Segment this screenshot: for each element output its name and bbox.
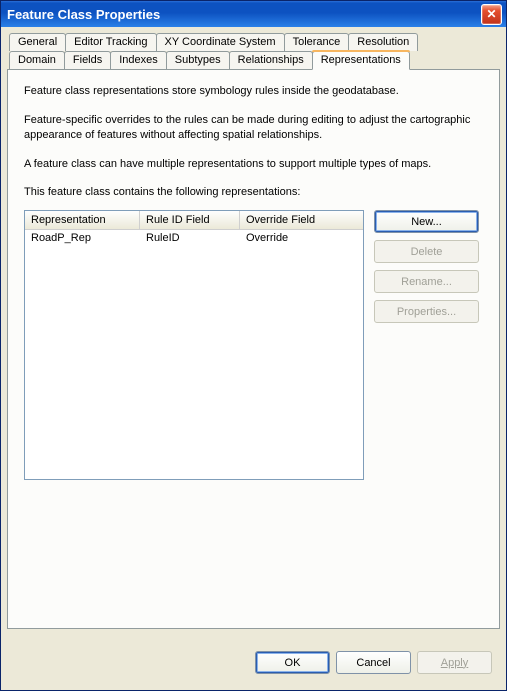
tab-subtypes[interactable]: Subtypes <box>166 51 230 70</box>
cancel-button[interactable]: Cancel <box>336 651 411 674</box>
cell-override: Override <box>240 230 340 246</box>
tab-label: Tolerance <box>293 36 341 48</box>
list-area: Representation Rule ID Field Override Fi… <box>24 210 483 480</box>
titlebar: Feature Class Properties ✕ <box>1 1 506 27</box>
tab-label: Relationships <box>238 54 304 66</box>
tab-row-2: Domain Fields Indexes Subtypes Relations… <box>9 51 500 70</box>
button-label: Cancel <box>356 657 390 669</box>
close-button[interactable]: ✕ <box>481 4 502 25</box>
dialog-window: Feature Class Properties ✕ General Edito… <box>0 0 507 691</box>
button-label: Apply <box>441 657 469 669</box>
cell-representation: RoadP_Rep <box>25 230 140 246</box>
list-caption: This feature class contains the followin… <box>24 185 483 200</box>
tab-label: Editor Tracking <box>74 36 147 48</box>
delete-button: Delete <box>374 240 479 263</box>
ok-button[interactable]: OK <box>255 651 330 674</box>
close-icon: ✕ <box>486 7 496 21</box>
button-label: Delete <box>411 246 443 258</box>
tab-label: Fields <box>73 54 102 66</box>
button-label: Rename... <box>401 276 452 288</box>
description-text: Feature class representations store symb… <box>24 84 483 99</box>
tab-label: Indexes <box>119 54 158 66</box>
dialog-footer: OK Cancel Apply <box>7 643 500 684</box>
column-label: Rule ID Field <box>146 214 210 226</box>
window-title: Feature Class Properties <box>7 7 160 22</box>
cell-rule-id: RuleID <box>140 230 240 246</box>
rename-button: Rename... <box>374 270 479 293</box>
tab-label: XY Coordinate System <box>165 36 276 48</box>
column-header-override[interactable]: Override Field <box>240 211 363 229</box>
tab-fields[interactable]: Fields <box>64 51 111 70</box>
list-row[interactable]: RoadP_Rep RuleID Override <box>25 230 363 246</box>
tab-indexes[interactable]: Indexes <box>110 51 167 70</box>
tab-domain[interactable]: Domain <box>9 51 65 70</box>
new-button[interactable]: New... <box>374 210 479 233</box>
button-label: New... <box>411 216 442 228</box>
button-label: Properties... <box>397 306 456 318</box>
tab-label: General <box>18 36 57 48</box>
tab-general[interactable]: General <box>9 33 66 51</box>
button-label: OK <box>285 657 301 669</box>
description-text: Feature-specific overrides to the rules … <box>24 113 483 143</box>
tab-tolerance[interactable]: Tolerance <box>284 33 350 51</box>
apply-button: Apply <box>417 651 492 674</box>
tab-xy-coordinate-system[interactable]: XY Coordinate System <box>156 33 285 51</box>
tab-relationships[interactable]: Relationships <box>229 51 313 70</box>
column-label: Override Field <box>246 214 315 226</box>
tab-label: Domain <box>18 54 56 66</box>
list-body: RoadP_Rep RuleID Override <box>25 230 363 246</box>
tab-resolution[interactable]: Resolution <box>348 33 418 51</box>
column-header-rule-id[interactable]: Rule ID Field <box>140 211 240 229</box>
tab-label: Subtypes <box>175 54 221 66</box>
tab-label: Representations <box>321 54 401 66</box>
client-area: General Editor Tracking XY Coordinate Sy… <box>1 27 506 690</box>
tab-control: General Editor Tracking XY Coordinate Sy… <box>7 33 500 629</box>
side-button-stack: New... Delete Rename... Properties... <box>374 210 479 480</box>
list-header: Representation Rule ID Field Override Fi… <box>25 211 363 230</box>
representations-list[interactable]: Representation Rule ID Field Override Fi… <box>24 210 364 480</box>
tab-editor-tracking[interactable]: Editor Tracking <box>65 33 156 51</box>
tab-label: Resolution <box>357 36 409 48</box>
description-text: A feature class can have multiple repres… <box>24 157 483 172</box>
tab-row-1: General Editor Tracking XY Coordinate Sy… <box>9 33 500 51</box>
column-header-representation[interactable]: Representation <box>25 211 140 229</box>
properties-button: Properties... <box>374 300 479 323</box>
tab-panel-representations: Feature class representations store symb… <box>7 69 500 629</box>
column-label: Representation <box>31 214 106 226</box>
tab-representations[interactable]: Representations <box>312 51 410 70</box>
